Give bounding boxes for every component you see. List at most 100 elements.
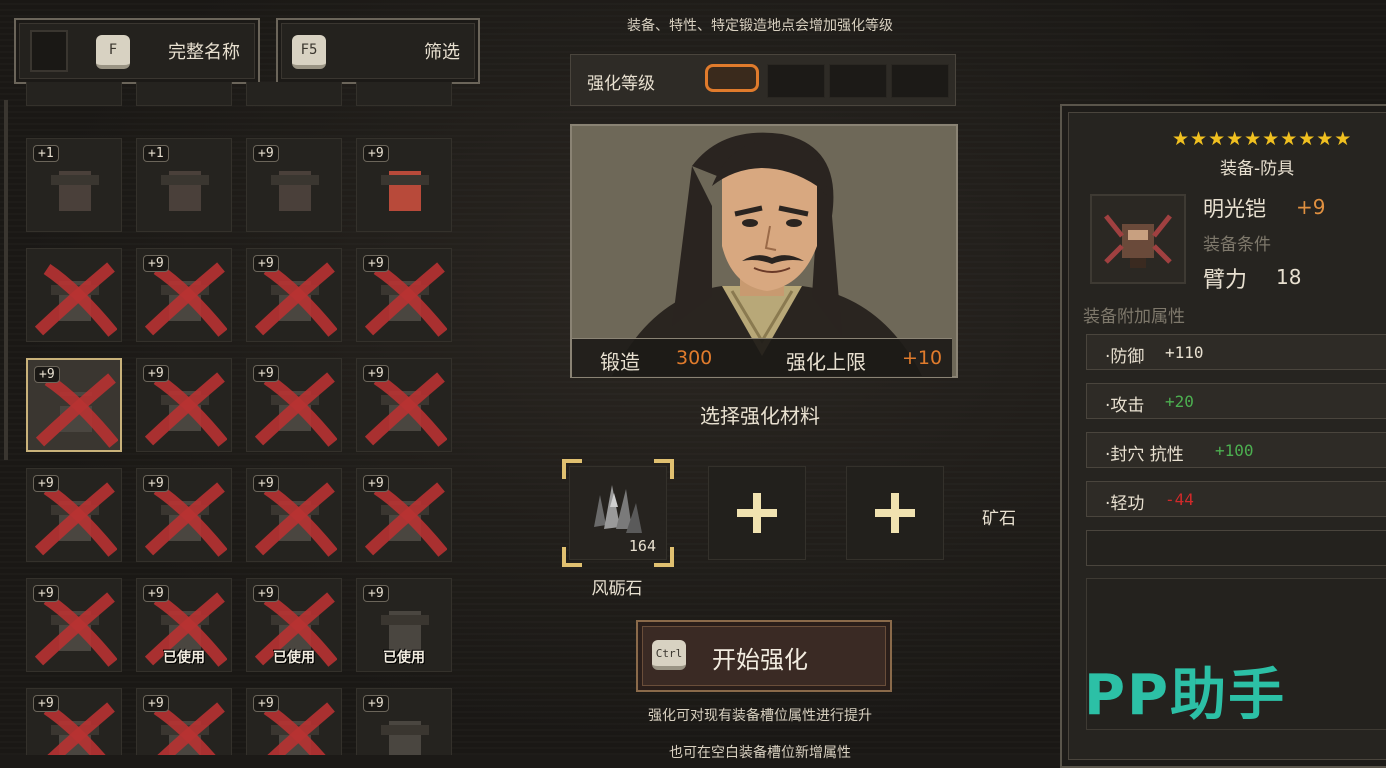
inventory-slot-partial[interactable] (246, 82, 342, 106)
attribute-row: ·轻功 -44 (1086, 481, 1386, 517)
enhance-level-badge: +9 (253, 145, 279, 162)
material-slot-2[interactable] (708, 466, 806, 560)
start-enhance-label: 开始强化 (712, 646, 808, 674)
enhance-level-badge: +9 (253, 365, 279, 382)
inventory-slot[interactable]: +9 (356, 248, 452, 342)
armor-piece-icon (271, 171, 319, 211)
enhance-hint-top: 装备、特性、特定锻造地点会增加强化等级 (627, 18, 893, 34)
enhance-level-badge: +9 (253, 475, 279, 492)
inventory-slot-partial[interactable] (356, 82, 452, 106)
inventory-slot[interactable]: +1 (136, 138, 232, 232)
inventory-slot[interactable]: +9 (26, 358, 122, 452)
inventory-slot[interactable]: +9 (246, 358, 342, 452)
enhance-level-badge: +9 (34, 366, 60, 383)
enhance-level-badge: +9 (33, 475, 59, 492)
enhance-level-badge: +9 (363, 365, 389, 382)
inventory-slot[interactable]: +9 (356, 688, 452, 755)
inventory-slot[interactable]: +9 (246, 468, 342, 562)
inventory-slot[interactable]: +9 (26, 578, 122, 672)
armor-piece-icon (381, 171, 429, 211)
enhance-level-badge: +9 (363, 145, 389, 162)
enhance-level-badge: +9 (33, 695, 59, 712)
selection-corner (654, 547, 674, 567)
inventory-slot-partial[interactable] (26, 82, 122, 106)
attribute-name: ·防御 (1105, 347, 1145, 367)
enhance-level-badge: +9 (253, 585, 279, 602)
inventory-slot[interactable]: +9 (136, 248, 232, 342)
inventory-slot[interactable]: +9 (136, 688, 232, 755)
forge-label: 锻造 (600, 350, 640, 374)
choose-material-heading: 选择强化材料 (700, 404, 820, 428)
inventory-slot[interactable]: +9 (356, 358, 452, 452)
inventory-slot[interactable]: +9 (246, 138, 342, 232)
key-ctrl-icon: Ctrl (652, 640, 686, 670)
enhance-level-badge: +9 (143, 585, 169, 602)
item-requirement-label: 装备条件 (1203, 235, 1271, 255)
add-material-icon (737, 493, 777, 533)
inventory-slot[interactable]: +9 (136, 358, 232, 452)
enhance-level-badge: +9 (363, 695, 389, 712)
strength-value: 18 (1276, 265, 1302, 289)
inventory-slot[interactable]: +9 (246, 248, 342, 342)
armor-piece-icon (381, 721, 429, 755)
inventory-slot[interactable] (26, 248, 122, 342)
inventory-slot[interactable]: +9 (26, 468, 122, 562)
filter-button[interactable]: F5 筛选 (276, 18, 480, 84)
inventory-slot[interactable]: +9 已使用 (356, 578, 452, 672)
armor-icon (1104, 214, 1172, 268)
item-star-rating: ★★★★★★★★★★ (1172, 128, 1353, 150)
add-material-icon (875, 493, 915, 533)
inventory-slot[interactable]: +9 已使用 (136, 578, 232, 672)
key-f5-icon: F5 (292, 35, 326, 69)
enhance-level-badge: +9 (33, 585, 59, 602)
strength-label: 臂力 (1203, 268, 1248, 293)
full-name-toggle-button[interactable]: F 完整名称 (14, 18, 260, 84)
unavailable-cross-icon (34, 262, 117, 337)
attribute-row: ·防御 +110 (1086, 334, 1386, 370)
key-f-icon: F (96, 35, 130, 69)
inventory-slot[interactable]: +9 (26, 688, 122, 755)
ore-label: 矿石 (982, 509, 1016, 529)
attribute-value: -44 (1165, 490, 1194, 509)
enhance-level-badge: +9 (253, 695, 279, 712)
attribute-name: ·封穴 抗性 (1105, 445, 1184, 465)
enhance-hint-bottom-1: 强化可对现有装备槽位属性进行提升 (648, 708, 872, 724)
enhance-level-bar: 强化等级 (570, 54, 956, 106)
start-enhance-button[interactable]: Ctrl 开始强化 (636, 620, 892, 692)
material-slot-3[interactable] (846, 466, 944, 560)
armor-piece-icon (161, 171, 209, 211)
item-plus-level: +9 (1296, 195, 1326, 219)
item-name: 明光铠 (1203, 197, 1266, 221)
inventory-slot[interactable]: +9 (136, 468, 232, 562)
material-name: 风砺石 (591, 579, 643, 599)
used-label: 已使用 (163, 650, 205, 666)
inventory-slot-partial[interactable] (136, 82, 232, 106)
armor-piece-icon (51, 171, 99, 211)
used-label: 已使用 (273, 650, 315, 666)
attribute-name: ·攻击 (1105, 396, 1145, 416)
enhance-level-badge: +9 (363, 585, 389, 602)
enhance-limit-label: 强化上限 (786, 350, 866, 374)
enhance-level-badge: +9 (363, 475, 389, 492)
enhance-level-pip (829, 64, 887, 98)
inventory-slot[interactable]: +9 已使用 (246, 578, 342, 672)
checkbox-slot[interactable] (30, 30, 68, 72)
enhance-level-badge: +9 (253, 255, 279, 272)
inventory-slot[interactable]: +1 (26, 138, 122, 232)
selection-corner (562, 547, 582, 567)
enhance-level-badge: +9 (143, 365, 169, 382)
inventory-slot[interactable]: +9 (356, 138, 452, 232)
attribute-value: +100 (1215, 441, 1254, 460)
material-slot-1[interactable]: 164 (562, 459, 674, 567)
inventory-scrollbar[interactable] (4, 100, 8, 460)
filter-label: 筛选 (424, 42, 460, 63)
attribute-row: ·封穴 抗性 +100 (1086, 432, 1386, 468)
attribute-value: +110 (1165, 343, 1204, 362)
inventory-slot[interactable]: +9 (246, 688, 342, 755)
enhance-level-pip (891, 64, 949, 98)
enhance-limit-value: +10 (902, 347, 943, 369)
inventory-slot[interactable]: +9 (356, 468, 452, 562)
enhance-level-pip-active (705, 64, 759, 92)
enhance-level-badge: +9 (143, 475, 169, 492)
forge-stats-bar: 锻造 300 强化上限 +10 (572, 338, 952, 377)
